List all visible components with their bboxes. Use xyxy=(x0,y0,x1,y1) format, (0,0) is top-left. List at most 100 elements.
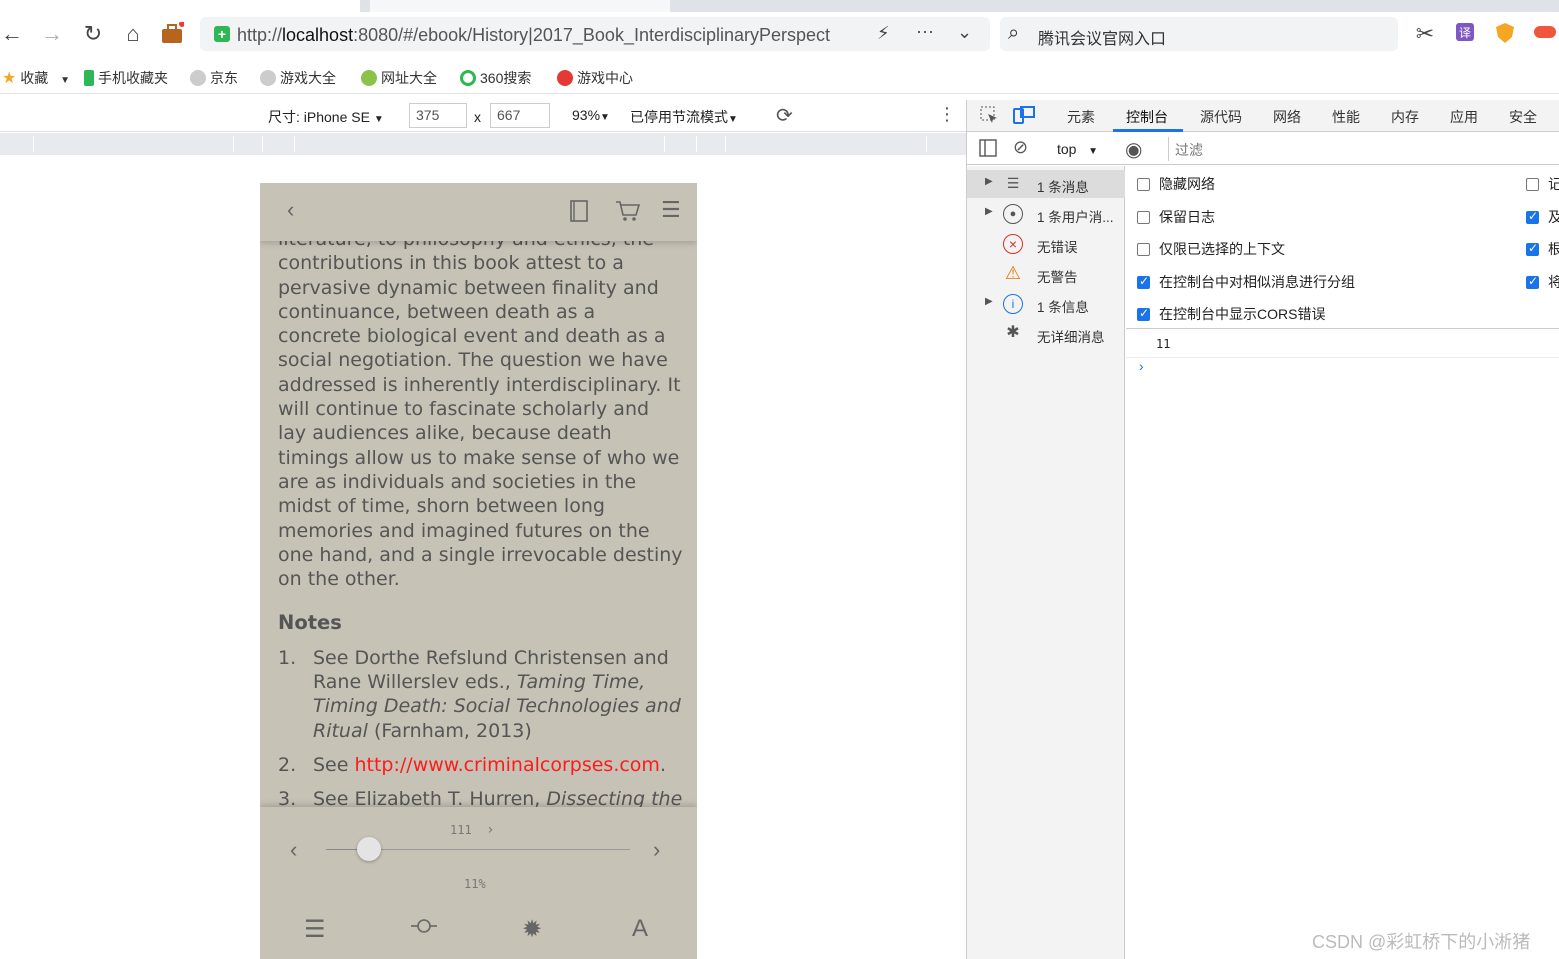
sidebar-item-verbose[interactable]: ✱ 无详细消息 xyxy=(967,320,1125,348)
note-item: 1. See Dorthe Refslund Christensen and Ra… xyxy=(278,646,681,742)
width-input[interactable]: 375 xyxy=(409,103,467,128)
setting-show-cors[interactable]: 在控制台中显示CORS错误 xyxy=(1137,304,1325,324)
tab-security[interactable]: 安全 xyxy=(1509,107,1537,127)
list-icon: ☰ xyxy=(1006,175,1020,191)
checkbox[interactable] xyxy=(1137,211,1150,224)
media-query-ruler[interactable] xyxy=(0,133,966,155)
more-dots-icon[interactable]: ··· xyxy=(916,21,934,42)
sidebar-item-messages[interactable]: ▶ ☰ 1 条消息 xyxy=(967,170,1125,198)
forward-icon[interactable]: → xyxy=(40,22,64,46)
setting-selected-context[interactable]: 仅限已选择的上下文 xyxy=(1137,239,1285,259)
note-link[interactable]: http://www.criminalcorpses.com xyxy=(354,754,659,776)
tab-performance[interactable]: 性能 xyxy=(1332,107,1360,127)
chevron-down-icon[interactable]: ⌄ xyxy=(957,22,972,43)
bookmark-jd[interactable]: 京东 xyxy=(190,68,238,88)
filter-input[interactable]: 过滤 xyxy=(1168,137,1559,161)
progress-slider[interactable] xyxy=(326,837,630,861)
checkbox[interactable] xyxy=(1137,243,1150,256)
checkbox[interactable] xyxy=(1526,274,1539,289)
tab-console[interactable]: 控制台 xyxy=(1126,107,1168,127)
setting-hide-network[interactable]: 隐藏网络 xyxy=(1137,174,1215,194)
search-box[interactable]: ⌕ 腾讯会议官网入口 xyxy=(1000,17,1398,51)
checkbox[interactable] xyxy=(1526,209,1539,224)
eye-icon[interactable]: ◉ xyxy=(1125,137,1142,162)
checkbox[interactable] xyxy=(1137,178,1150,191)
reader-content: literature, to philosophy and ethics, th… xyxy=(278,227,683,870)
back-icon[interactable]: ← xyxy=(0,22,24,46)
page-number[interactable]: 111 › xyxy=(450,822,495,838)
emulated-device-viewport: ‹ ☰ literature, to philosophy and ethics… xyxy=(260,183,697,959)
setting-right-3[interactable]: 根 xyxy=(1526,239,1559,259)
expand-arrow-icon[interactable]: ▶ xyxy=(985,206,993,217)
rotate-icon[interactable]: ⟳ xyxy=(776,103,793,128)
progress-slider-knob[interactable] xyxy=(356,837,381,861)
bookmark-sites[interactable]: 网址大全 xyxy=(361,68,437,88)
tab-memory[interactable]: 内存 xyxy=(1391,107,1419,127)
browser-tab[interactable] xyxy=(370,0,670,12)
setting-right-4[interactable]: 将 xyxy=(1526,272,1559,292)
checkbox[interactable] xyxy=(1137,306,1150,321)
expand-arrow-icon[interactable]: ▶ xyxy=(985,176,993,187)
scissors-icon[interactable]: ✂ xyxy=(1413,22,1437,46)
reload-icon[interactable]: ↻ xyxy=(81,22,105,46)
checkbox[interactable] xyxy=(1137,274,1150,289)
progress-percent: 11% xyxy=(464,877,486,891)
menu-icon[interactable]: ☰ xyxy=(661,197,681,223)
sidebar-item-user-messages[interactable]: ▶ ● 1 条用户消... xyxy=(967,200,1125,228)
console-prompt-icon[interactable]: › xyxy=(1139,358,1144,374)
address-bar[interactable]: + http://localhost:8080/#/ebook/History|… xyxy=(200,17,990,51)
url-text[interactable]: http://localhost:8080/#/ebook/History|20… xyxy=(237,25,867,46)
gamepad-icon[interactable] xyxy=(1533,22,1557,46)
book-icon[interactable] xyxy=(568,199,590,229)
device-size-select[interactable]: 尺寸: iPhone SE ▼ xyxy=(268,107,384,127)
cart-icon[interactable] xyxy=(615,199,641,229)
context-select[interactable]: top ▼ xyxy=(1057,141,1098,157)
tab-network[interactable]: 网络 xyxy=(1273,107,1301,127)
sidebar-item-warnings[interactable]: ⚠ 无警告 xyxy=(967,260,1125,288)
more-options-icon[interactable]: ⋮ xyxy=(938,104,956,125)
device-toggle-icon[interactable] xyxy=(1013,105,1035,128)
prev-chapter-icon[interactable]: ‹ xyxy=(290,837,297,863)
checkbox[interactable] xyxy=(1526,241,1539,256)
zoom-select[interactable]: 93%▼ xyxy=(572,107,610,123)
back-chevron-icon[interactable]: ‹ xyxy=(287,197,294,223)
checkbox[interactable] xyxy=(1526,178,1539,191)
setting-right-1[interactable]: 记 xyxy=(1526,174,1559,194)
briefcase-icon[interactable] xyxy=(160,21,185,46)
setting-right-2[interactable]: 及 xyxy=(1526,207,1559,227)
bookmark-mobile[interactable]: 手机收藏夹 xyxy=(84,68,168,88)
browser-tab[interactable] xyxy=(0,0,360,12)
sidebar-item-info[interactable]: ▶ i 1 条信息 xyxy=(967,290,1125,318)
progress-icon[interactable] xyxy=(411,915,437,943)
setting-preserve-log[interactable]: 保留日志 xyxy=(1137,207,1215,227)
expand-arrow-icon[interactable]: ▶ xyxy=(985,296,993,307)
sidebar-item-errors[interactable]: × 无错误 xyxy=(967,230,1125,258)
next-chapter-icon[interactable]: › xyxy=(653,837,660,863)
translate-icon[interactable]: 译 xyxy=(1453,22,1477,46)
sidebar-toggle-icon[interactable] xyxy=(979,139,997,160)
shield-extension-icon[interactable] xyxy=(1493,22,1517,46)
bookmark-favorites[interactable]: ★ 收藏 ▼ xyxy=(2,68,70,88)
home-icon[interactable]: ⌂ xyxy=(121,22,145,46)
lightning-icon[interactable]: ⚡ xyxy=(877,23,890,44)
caret-down-icon[interactable]: ▼ xyxy=(60,75,70,86)
contents-list-icon[interactable]: ☰ xyxy=(304,915,326,944)
height-input[interactable]: 667 xyxy=(490,103,550,128)
clear-console-icon[interactable]: ⊘ xyxy=(1013,137,1028,158)
plus-circle-icon xyxy=(361,70,377,86)
tab-elements[interactable]: 元素 xyxy=(1067,107,1095,127)
bookmark-game-center[interactable]: 游戏中心 xyxy=(557,68,633,88)
tab-application[interactable]: 应用 xyxy=(1450,107,1478,127)
console-message: 11 xyxy=(1126,330,1559,358)
brightness-icon[interactable]: ✹ xyxy=(522,915,542,944)
bookmark-games[interactable]: 游戏大全 xyxy=(260,68,336,88)
secure-shield-icon: + xyxy=(214,26,230,42)
font-size-icon[interactable]: A xyxy=(632,915,648,943)
tab-sources[interactable]: 源代码 xyxy=(1200,107,1242,127)
bookmark-360[interactable]: 360搜索 xyxy=(460,68,531,88)
console-toolbar: ⊘ top ▼ ◉ 过滤 xyxy=(967,133,1559,165)
throttle-select[interactable]: 已停用节流模式▼ xyxy=(630,107,738,127)
inspect-element-icon[interactable] xyxy=(979,105,999,128)
search-text[interactable]: 腾讯会议官网入口 xyxy=(1038,25,1166,49)
setting-group-similar[interactable]: 在控制台中对相似消息进行分组 xyxy=(1137,272,1355,292)
